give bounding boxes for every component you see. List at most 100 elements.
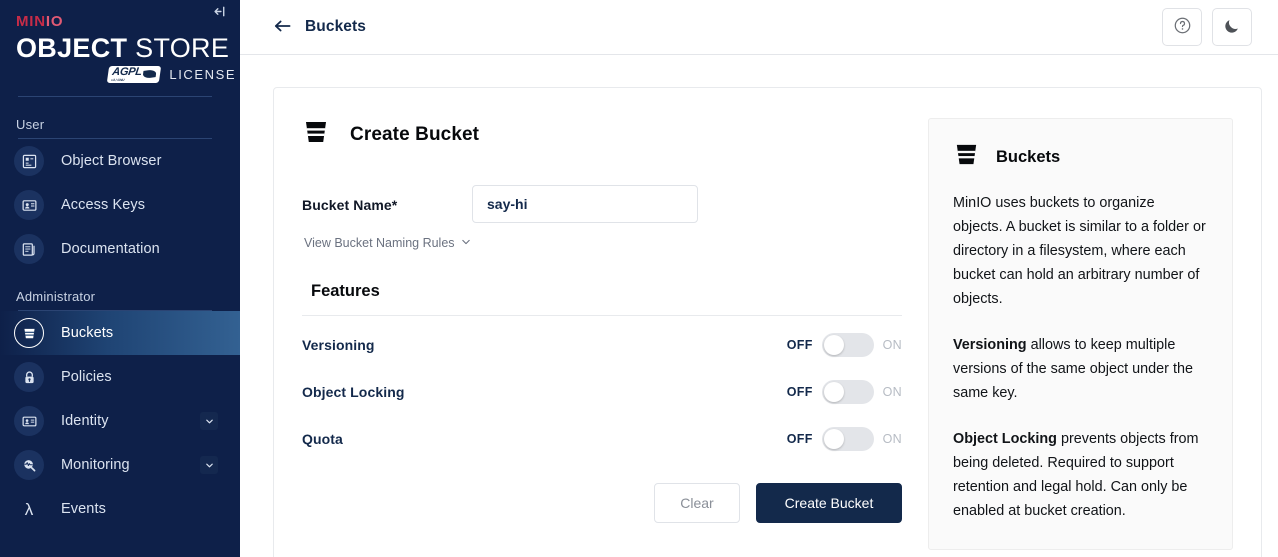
features-divider: [302, 315, 902, 316]
bucket-name-field-row: Bucket Name*: [302, 185, 902, 223]
versioning-toggle[interactable]: [821, 333, 874, 357]
bucket-icon: [14, 318, 44, 348]
toggle-off-label: OFF: [786, 385, 813, 399]
create-bucket-header: Create Bucket: [302, 118, 902, 151]
bucket-name-label: Bucket Name*: [302, 197, 398, 213]
sidebar-item-monitoring[interactable]: Monitoring: [0, 443, 240, 487]
view-bucket-naming-rules-link[interactable]: View Bucket Naming Rules: [302, 236, 471, 250]
minio-console: MINIO OBJECT STORE AGPL v3 / GNU LICENSE …: [0, 0, 1278, 557]
info-paragraph-intro: MinIO uses buckets to organize objects. …: [953, 195, 1206, 307]
naming-rules-label: View Bucket Naming Rules: [304, 236, 455, 250]
object-browser-icon: [14, 146, 44, 176]
bucket-icon: [302, 118, 330, 151]
feature-label: Quota: [302, 431, 343, 447]
sidebar-item-policies[interactable]: Policies: [0, 355, 240, 399]
nav-section-user-label: User: [16, 117, 45, 132]
identity-card-icon: [14, 406, 44, 436]
page-title: Buckets: [305, 18, 367, 35]
toggle-knob: [823, 382, 844, 402]
sidebar-item-label: Object Browser: [61, 153, 162, 169]
info-panel-title: Buckets: [996, 147, 1061, 166]
sidebar-item-identity[interactable]: Identity: [0, 399, 240, 443]
feature-label: Versioning: [302, 337, 375, 353]
back-arrow-icon[interactable]: [274, 19, 291, 36]
toggle-on-label: ON: [882, 432, 902, 446]
nav-section-administrator-label: Administrator: [16, 289, 96, 304]
agpl-badge-sublabel: v3 / GNU: [110, 77, 125, 82]
sidebar-item-label: Documentation: [61, 241, 160, 257]
buckets-info-panel: Buckets MinIO uses buckets to organize o…: [928, 118, 1233, 550]
dark-mode-moon-icon: [1223, 17, 1241, 38]
documentation-icon: [14, 234, 44, 264]
topbar-actions: [1162, 8, 1252, 46]
agpl-badge: AGPL v3 / GNU: [106, 66, 162, 84]
collapse-sidebar-icon[interactable]: [208, 0, 230, 22]
toggle-off-label: OFF: [786, 338, 813, 352]
theme-toggle-button[interactable]: [1212, 8, 1252, 46]
access-keys-icon: [14, 190, 44, 220]
events-lambda-icon: λ: [24, 499, 34, 519]
feature-row-versioning: Versioning OFF ON: [302, 327, 902, 363]
info-object-locking-term: Object Locking: [953, 431, 1057, 447]
toggle-knob: [823, 335, 844, 355]
topbar: Buckets: [240, 0, 1278, 55]
sidebar-item-label: Buckets: [61, 325, 114, 341]
monitoring-search-icon: [14, 450, 44, 480]
create-bucket-card: Create Bucket Bucket Name* View Bucket N…: [273, 87, 1262, 557]
wordmark-object: OBJECT: [16, 33, 128, 63]
minio-wordmark-main: MIN: [16, 13, 46, 30]
object-locking-toggle-group: OFF ON: [787, 380, 902, 404]
sidebar-item-label: Access Keys: [61, 197, 146, 213]
feature-label: Object Locking: [302, 384, 405, 400]
sidebar-item-documentation[interactable]: Documentation: [0, 227, 240, 271]
quota-toggle-group: OFF ON: [787, 427, 902, 451]
wordmark-store: STORE: [135, 33, 230, 63]
create-bucket-form: Create Bucket Bucket Name* View Bucket N…: [302, 118, 902, 550]
sidebar: MINIO OBJECT STORE AGPL v3 / GNU LICENSE …: [0, 0, 240, 557]
toggle-on-label: ON: [882, 338, 902, 352]
sidebar-item-events[interactable]: λ Events: [0, 487, 240, 531]
license-label: LICENSE: [169, 67, 237, 83]
minio-wordmark: MINIO: [16, 14, 240, 29]
quota-toggle[interactable]: [821, 427, 874, 451]
info-paragraph-object-locking: Object Locking prevents objects from bei…: [953, 427, 1208, 523]
bucket-icon: [953, 141, 980, 173]
object-store-wordmark: OBJECT STORE: [16, 34, 240, 62]
create-bucket-title: Create Bucket: [350, 123, 480, 145]
content-scroll: Create Bucket Bucket Name* View Bucket N…: [240, 55, 1278, 557]
sidebar-item-label: Monitoring: [61, 457, 130, 473]
toggle-knob: [823, 429, 844, 449]
toggle-on-label: ON: [882, 385, 902, 399]
info-versioning-term: Versioning: [953, 337, 1027, 353]
help-circle-icon: [1173, 16, 1192, 38]
sidebar-item-buckets[interactable]: Buckets: [0, 311, 240, 355]
sidebar-item-label: Events: [61, 501, 106, 517]
toggle-off-label: OFF: [786, 432, 813, 446]
object-locking-toggle[interactable]: [821, 380, 874, 404]
main-region: Buckets Create Bucket Bucket Name* say-h…: [240, 0, 1278, 557]
feature-row-quota: Quota OFF ON: [302, 421, 902, 457]
minio-wordmark-io: IO: [45, 13, 64, 30]
sidebar-item-label: Identity: [61, 413, 109, 429]
info-panel-header: Buckets: [953, 141, 1208, 173]
sidebar-item-access-keys[interactable]: Access Keys: [0, 183, 240, 227]
brand-logo: MINIO OBJECT STORE AGPL v3 / GNU LICENSE: [0, 0, 240, 88]
agpl-badge-label: AGPL v3 / GNU: [110, 66, 143, 82]
create-bucket-button[interactable]: Create Bucket: [756, 483, 902, 523]
sidebar-item-label: Policies: [61, 369, 112, 385]
chevron-down-icon: [461, 236, 471, 250]
agpl-swoosh-icon: [143, 70, 157, 80]
chevron-down-icon[interactable]: [200, 456, 218, 474]
clear-button[interactable]: Clear: [654, 483, 740, 523]
info-paragraph-versioning: Versioning allows to keep multiple versi…: [953, 333, 1208, 405]
feature-row-object-locking: Object Locking OFF ON: [302, 374, 902, 410]
chevron-down-icon[interactable]: [200, 412, 218, 430]
versioning-toggle-group: OFF ON: [787, 333, 902, 357]
sidebar-item-object-browser[interactable]: Object Browser: [0, 139, 240, 183]
policies-lock-icon: [14, 362, 44, 392]
form-actions: Clear Create Bucket: [302, 483, 902, 523]
license-row: AGPL v3 / GNU LICENSE: [16, 66, 240, 84]
bucket-name-input[interactable]: [472, 185, 698, 223]
help-button[interactable]: [1162, 8, 1202, 46]
features-heading: Features: [311, 282, 380, 300]
